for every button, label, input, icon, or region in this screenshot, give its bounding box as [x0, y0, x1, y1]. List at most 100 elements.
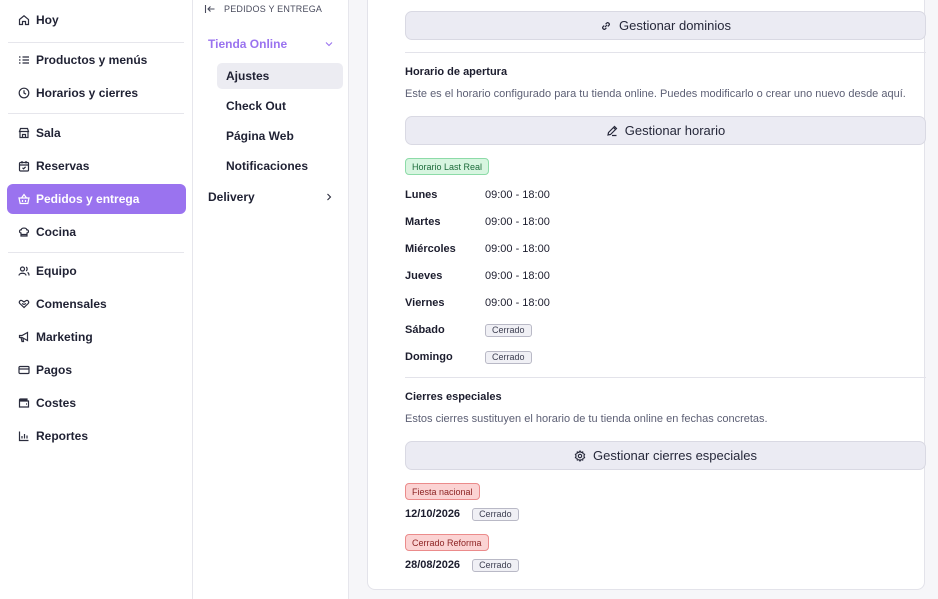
nav-item-hoy[interactable]: Hoy [7, 5, 186, 35]
day-label: Viernes [405, 297, 445, 309]
subnav-item-label: Ajustes [226, 69, 270, 83]
opening-hours-title: Horario de apertura [405, 66, 508, 78]
subnav-item-label: Notificaciones [226, 159, 309, 173]
nav-label: Costes [36, 396, 77, 410]
day-label: Martes [405, 216, 441, 228]
schedule-row: Domingo Cerrado [405, 350, 532, 364]
closure-row: 28/08/2026 Cerrado [405, 558, 519, 572]
day-label: Jueves [405, 270, 443, 282]
subnav-item-notificaciones[interactable]: Notificaciones [217, 153, 343, 179]
nav-item-horarios[interactable]: Horarios y cierres [7, 78, 186, 108]
day-label: Miércoles [405, 243, 456, 255]
schedule-row: Viernes 09:00 - 18:00 [405, 296, 550, 310]
closure-date: 12/10/2026 [405, 508, 461, 520]
nav-item-pedidos[interactable]: Pedidos y entrega [7, 184, 186, 214]
closed-badge: Cerrado [485, 350, 532, 364]
manage-schedule-button[interactable]: Gestionar horario [405, 116, 926, 145]
subnav-item-ajustes[interactable]: Ajustes [217, 63, 343, 89]
day-label: Sábado [405, 324, 445, 336]
button-label: Gestionar horario [624, 123, 726, 138]
nav-item-costes[interactable]: Costes [7, 388, 186, 418]
special-closures-description: Estos cierres sustituyen el horario de t… [405, 413, 768, 425]
day-label: Domingo [405, 351, 453, 363]
gear-icon [574, 449, 586, 462]
opening-hours-description: Este es el horario configurado para tu t… [405, 88, 906, 100]
basket-icon [18, 193, 30, 205]
chevron-right-icon [327, 193, 332, 201]
closed-badge: Cerrado [485, 323, 532, 337]
button-label: Gestionar dominios [619, 18, 731, 33]
chevron-down-icon [325, 42, 333, 47]
subnav-group-label: Tienda Online [208, 37, 288, 51]
closed-badge: Cerrado [472, 507, 519, 521]
closure-date: 28/08/2026 [405, 559, 461, 571]
collapse-left-icon [204, 5, 215, 13]
subnav-group-delivery[interactable]: Delivery [208, 187, 334, 207]
calendar-icon [18, 160, 30, 172]
closure-name-badge: Cerrado Reforma [405, 534, 489, 551]
button-label: Gestionar cierres especiales [592, 448, 758, 463]
schedule-name-badge: Horario Last Real [405, 158, 490, 175]
home-icon [18, 14, 30, 26]
schedule-row: Miércoles 09:00 - 18:00 [405, 242, 550, 256]
users-icon [18, 265, 30, 277]
special-closures-title: Cierres especiales [405, 391, 502, 403]
closure-row: 12/10/2026 Cerrado [405, 507, 519, 521]
nav-label: Cocina [36, 225, 77, 239]
nav-item-equipo[interactable]: Equipo [7, 256, 186, 286]
link-icon [602, 21, 610, 30]
nav-item-productos[interactable]: Productos y menús [7, 45, 186, 75]
nav-label: Hoy [36, 13, 59, 27]
subnav-group-tienda-online[interactable]: Tienda Online [208, 34, 334, 54]
nav-label: Horarios y cierres [36, 86, 139, 100]
divider [8, 113, 184, 114]
divider [8, 42, 184, 43]
clock-icon [18, 87, 30, 99]
subnav-item-pagina-web[interactable]: Página Web [217, 123, 343, 149]
hours-value: 09:00 - 18:00 [485, 216, 550, 228]
nav-label: Reservas [36, 159, 90, 173]
nav-label: Productos y menús [36, 53, 148, 67]
nav-item-cocina[interactable]: Cocina [7, 217, 186, 247]
megaphone-icon [18, 331, 30, 343]
nav-label: Reportes [36, 429, 89, 443]
nav-item-reservas[interactable]: Reservas [7, 151, 186, 181]
bar-chart-icon [18, 430, 30, 442]
nav-item-sala[interactable]: Sala [7, 118, 186, 148]
pencil-icon [607, 125, 618, 136]
nav-item-reportes[interactable]: Reportes [7, 421, 186, 451]
hours-value: 09:00 - 18:00 [485, 189, 550, 201]
divider [405, 377, 926, 378]
manage-special-closures-button[interactable]: Gestionar cierres especiales [405, 441, 926, 470]
nav-label: Pagos [36, 363, 73, 377]
nav-label: Equipo [36, 264, 77, 278]
subnav-group-label: Delivery [208, 190, 255, 204]
schedule-row: Martes 09:00 - 18:00 [405, 215, 550, 229]
settings-card: Gestionar dominios Horario de apertura E… [367, 0, 926, 590]
manage-domains-button[interactable]: Gestionar dominios [405, 11, 926, 40]
nav-item-marketing[interactable]: Marketing [7, 322, 186, 352]
nav-label: Comensales [36, 297, 107, 311]
hours-value: 09:00 - 18:00 [485, 297, 550, 309]
credit-card-icon [18, 364, 30, 376]
closure-name-badge: Fiesta nacional [405, 483, 480, 500]
nav-item-pagos[interactable]: Pagos [7, 355, 186, 385]
nav-item-comensales[interactable]: Comensales [7, 289, 186, 319]
closed-badge: Cerrado [472, 558, 519, 572]
heart-hands-icon [18, 298, 30, 310]
day-label: Lunes [405, 189, 438, 201]
main-sidebar: Hoy Productos y menús Horarios y cierres… [0, 0, 193, 599]
subnav-item-checkout[interactable]: Check Out [217, 93, 343, 119]
divider [8, 252, 184, 253]
subnav-header-label: PEDIDOS Y ENTREGA [224, 4, 323, 14]
hours-value: 09:00 - 18:00 [485, 270, 550, 282]
store-icon [18, 127, 30, 139]
list-icon [18, 54, 30, 66]
hours-value: 09:00 - 18:00 [485, 243, 550, 255]
sub-sidebar: PEDIDOS Y ENTREGA Tienda Online Ajustes … [193, 0, 349, 599]
nav-label: Pedidos y entrega [36, 192, 140, 206]
subnav-item-label: Check Out [226, 99, 287, 113]
wallet-icon [18, 397, 30, 409]
subnav-header[interactable]: PEDIDOS Y ENTREGA [204, 2, 322, 16]
nav-label: Sala [36, 126, 61, 140]
